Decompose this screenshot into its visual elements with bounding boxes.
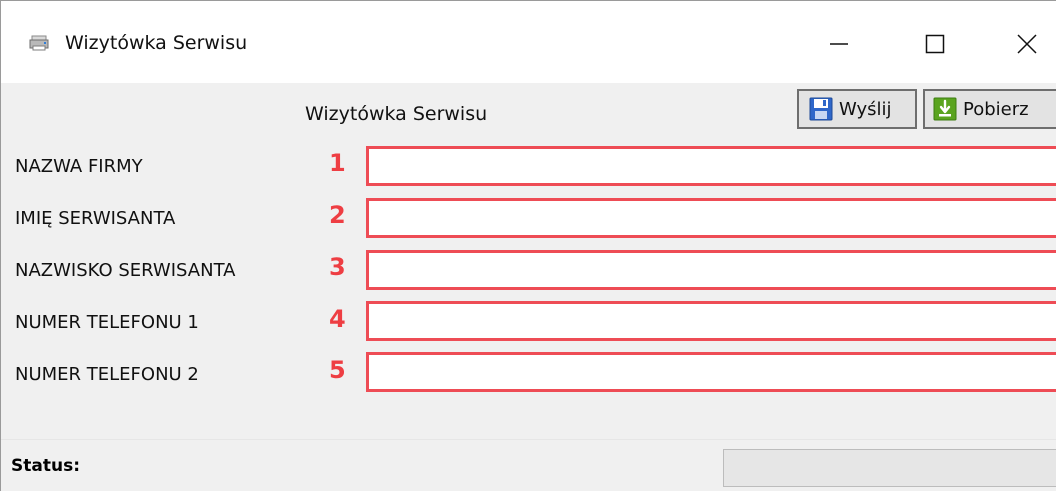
get-button[interactable]: Pobierz (923, 89, 1056, 129)
technician-last-name-field[interactable] (366, 250, 1056, 290)
title-bar[interactable]: Wizytówka Serwisu (1, 1, 1056, 83)
status-label: Status: (11, 456, 80, 476)
close-icon (1017, 34, 1037, 54)
company-name-field[interactable] (366, 146, 1056, 186)
close-button[interactable] (997, 19, 1056, 69)
get-button-label: Pobierz (963, 98, 1029, 120)
minimize-icon (830, 43, 848, 45)
phone-number-2-field[interactable] (366, 352, 1056, 392)
window-title: Wizytówka Serwisu (65, 32, 248, 54)
company-name-label: NAZWA FIRMY (15, 156, 143, 177)
field-number-4: 4 (329, 305, 346, 333)
download-arrow-icon (933, 97, 957, 121)
field-number-3: 3 (329, 253, 346, 281)
progress-bar (723, 449, 1056, 487)
field-number-1: 1 (329, 149, 346, 177)
phone-number-2-label: NUMER TELEFONU 2 (15, 364, 199, 385)
app-window: Wizytówka Serwisu Wizytówka Serwisu Wyśl… (0, 0, 1056, 491)
form-title: Wizytówka Serwisu (305, 103, 488, 125)
status-divider (1, 439, 1056, 440)
app-icon (29, 35, 49, 51)
phone-number-1-label: NUMER TELEFONU 1 (15, 312, 199, 333)
floppy-disk-icon (809, 97, 833, 121)
technician-last-name-label: NAZWISKO SERWISANTA (15, 260, 236, 281)
field-number-5: 5 (329, 356, 346, 384)
send-button-label: Wyślij (839, 98, 892, 120)
maximize-icon (925, 34, 945, 54)
send-button[interactable]: Wyślij (797, 89, 917, 129)
technician-first-name-label: IMIĘ SERWISANTA (15, 208, 176, 229)
field-number-2: 2 (329, 201, 346, 229)
minimize-button[interactable] (809, 19, 869, 69)
technician-first-name-field[interactable] (366, 198, 1056, 238)
phone-number-1-field[interactable] (366, 301, 1056, 341)
maximize-button[interactable] (905, 19, 965, 69)
